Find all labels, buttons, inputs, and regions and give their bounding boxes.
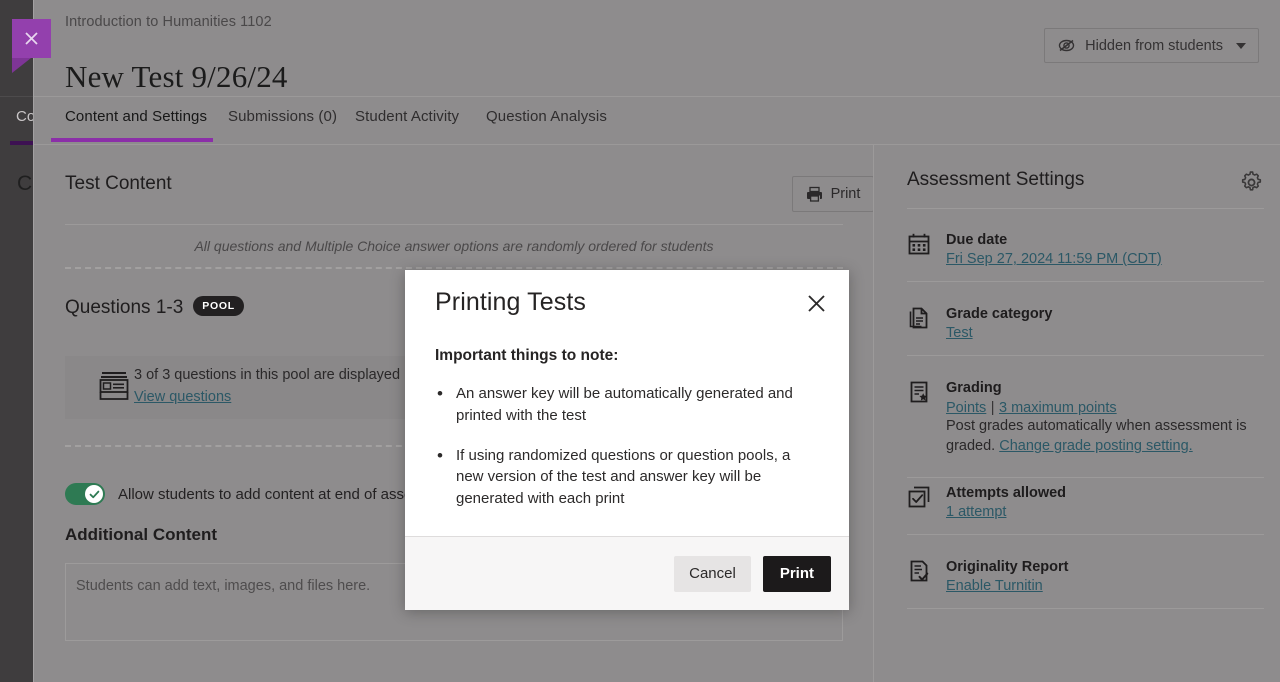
dialog-footer: Cancel Print — [405, 536, 849, 610]
tab-student-activity[interactable]: Student Activity — [355, 108, 459, 125]
calendar-icon — [907, 230, 933, 267]
tab-content-and-settings[interactable]: Content and Settings — [65, 108, 207, 125]
setting-attempts-allowed: Attempts allowed 1 attempt — [907, 483, 1264, 520]
cancel-button[interactable]: Cancel — [674, 556, 751, 592]
grade-category-link[interactable]: Test — [946, 325, 1264, 341]
pool-badge: POOL — [193, 296, 244, 316]
additional-content-placeholder: Students can add text, images, and files… — [76, 578, 370, 594]
page-title: New Test 9/26/24 — [65, 59, 288, 95]
confirm-print-button[interactable]: Print — [763, 556, 831, 592]
assessment-settings-heading: Assessment Settings — [907, 169, 1084, 191]
settings-divider-0 — [907, 208, 1264, 209]
close-panel-button[interactable] — [12, 19, 51, 58]
settings-divider-3 — [907, 477, 1264, 478]
due-date-label: Due date — [946, 230, 1264, 251]
allow-content-toggle-row: Allow students to add content at end of … — [65, 483, 461, 505]
print-button[interactable]: Print — [792, 176, 874, 212]
setting-grading: Grading Points | 3 maximum points Post g… — [907, 378, 1264, 456]
pool-card-text: 3 of 3 questions in this pool are displa… — [134, 367, 400, 383]
randomized-order-note: All questions and Multiple Choice answer… — [65, 238, 843, 254]
dialog-subtitle: Important things to note: — [435, 347, 819, 365]
check-icon — [89, 489, 100, 500]
background-heading: C — [17, 172, 32, 196]
section-title: Test Content — [65, 173, 172, 195]
chevron-down-icon — [1236, 43, 1246, 49]
questions-heading-row: Questions 1-3 POOL — [65, 297, 244, 319]
questions-heading: Questions 1-3 — [65, 297, 183, 319]
setting-due-date: Due date Fri Sep 27, 2024 11:59 PM (CDT) — [907, 230, 1264, 267]
question-pool-icon — [97, 369, 131, 403]
settings-divider-2 — [907, 355, 1264, 356]
setting-originality-report: Originality Report Enable Turnitin — [907, 557, 1264, 594]
page-header: Introduction to Humanities 1102 New Test… — [34, 0, 1280, 97]
settings-divider-5 — [907, 608, 1264, 609]
assessment-settings-panel: Assessment Settings — [873, 145, 1280, 682]
eye-slash-icon — [1057, 38, 1076, 53]
toggle-knob — [85, 485, 103, 503]
document-icon — [907, 304, 933, 341]
close-icon — [23, 30, 40, 47]
dialog-notes-list: An answer key will be automatically gene… — [435, 383, 819, 510]
change-grade-posting-link[interactable]: Change grade posting setting. — [999, 438, 1192, 454]
printer-icon — [806, 186, 823, 203]
attempts-allowed-label: Attempts allowed — [946, 483, 1264, 504]
due-date-link[interactable]: Fri Sep 27, 2024 11:59 PM (CDT) — [946, 251, 1264, 267]
close-icon — [806, 293, 827, 314]
checkbox-stack-icon — [907, 483, 933, 520]
grading-star-icon — [907, 378, 933, 456]
grading-separator: | — [991, 400, 995, 416]
attempts-allowed-link[interactable]: 1 attempt — [946, 504, 1264, 520]
enable-turnitin-link[interactable]: Enable Turnitin — [946, 578, 1264, 594]
grading-max-points-link[interactable]: 3 maximum points — [999, 400, 1117, 416]
settings-gear-button[interactable] — [1236, 167, 1266, 197]
grading-label: Grading — [946, 378, 1264, 399]
dialog-note-item: An answer key will be automatically gene… — [435, 383, 819, 427]
dialog-title: Printing Tests — [435, 288, 819, 317]
divider-dashed-top — [65, 267, 843, 269]
grading-points-link[interactable]: Points — [946, 400, 986, 416]
active-tab-underline — [51, 138, 213, 142]
tab-submissions[interactable]: Submissions (0) — [228, 108, 337, 125]
settings-divider-1 — [907, 281, 1264, 282]
dialog-note-item: If using randomized questions or questio… — [435, 445, 819, 510]
originality-check-icon — [907, 557, 933, 594]
print-button-label: Print — [831, 186, 861, 202]
course-name: Introduction to Humanities 1102 — [65, 14, 272, 30]
settings-divider-4 — [907, 534, 1264, 535]
gear-icon — [1239, 170, 1264, 195]
tabbar: Content and Settings Submissions (0) Stu… — [34, 97, 1280, 145]
allow-content-toggle[interactable] — [65, 483, 105, 505]
view-questions-link[interactable]: View questions — [134, 389, 231, 405]
dialog-close-button[interactable] — [801, 288, 831, 318]
printing-tests-dialog: Printing Tests Important things to note:… — [405, 270, 849, 610]
setting-grade-category: Grade category Test — [907, 304, 1264, 341]
grade-category-label: Grade category — [946, 304, 1264, 325]
visibility-dropdown[interactable]: Hidden from students — [1044, 28, 1259, 63]
originality-report-label: Originality Report — [946, 557, 1264, 578]
dialog-body: Printing Tests Important things to note:… — [405, 270, 849, 536]
divider-solid — [65, 224, 843, 225]
tab-question-analysis[interactable]: Question Analysis — [486, 108, 607, 125]
visibility-label: Hidden from students — [1085, 38, 1223, 54]
additional-content-title: Additional Content — [65, 525, 217, 545]
